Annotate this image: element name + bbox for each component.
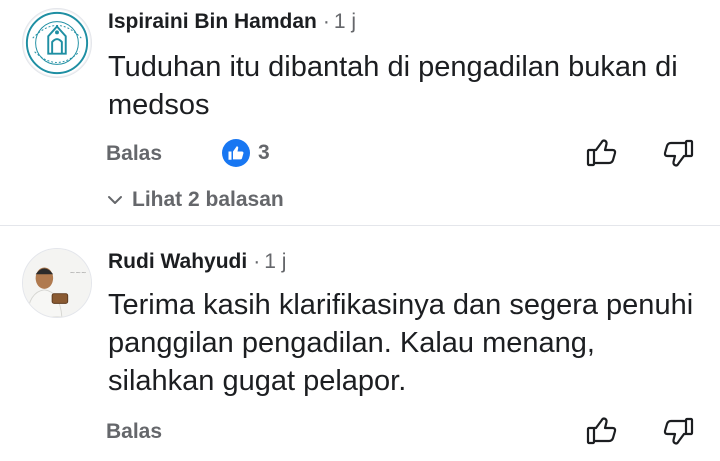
- upvote-icon[interactable]: [584, 136, 618, 170]
- svg-text:~~~: ~~~: [70, 268, 87, 276]
- view-replies-label: Lihat 2 balasan: [132, 188, 284, 211]
- comment-author[interactable]: Rudi Wahyudi: [108, 250, 247, 273]
- separator-dot: ·: [253, 250, 261, 273]
- downvote-icon[interactable]: [662, 414, 696, 448]
- comment-header: Ispiraini Bin Hamdan · 1 j: [108, 9, 356, 35]
- institution-logo-icon[interactable]: [22, 8, 92, 78]
- comment-header: Rudi Wahyudi · 1 j: [108, 249, 286, 275]
- reply-button[interactable]: Balas: [106, 142, 162, 166]
- comment-timestamp[interactable]: 1 j: [264, 250, 286, 273]
- comment-thread: Ispiraini Bin Hamdan · 1 j Tuduhan itu dib…: [0, 0, 720, 461]
- reaction-count: 3: [258, 141, 270, 164]
- user-avatar[interactable]: ~~~: [22, 248, 92, 318]
- comment-timestamp[interactable]: 1 j: [334, 10, 356, 33]
- chevron-down-icon: [108, 196, 122, 204]
- comment-text: Tuduhan itu dibantah di pengadilan bukan…: [108, 51, 678, 121]
- upvote-icon[interactable]: [584, 414, 618, 448]
- comment-actions: Balas: [0, 416, 720, 450]
- comment-actions: Balas 3: [0, 138, 720, 172]
- divider: [0, 225, 720, 226]
- like-icon: [222, 139, 250, 167]
- reply-button[interactable]: Balas: [106, 420, 162, 444]
- reaction-summary[interactable]: 3: [222, 138, 270, 168]
- separator-dot: ·: [322, 10, 330, 33]
- downvote-icon[interactable]: [662, 136, 696, 170]
- view-replies-button[interactable]: Lihat 2 balasan: [106, 188, 284, 212]
- comment-text: Terima kasih klarifikasinya dan segera p…: [108, 289, 694, 397]
- comment-author[interactable]: Ispiraini Bin Hamdan: [108, 10, 317, 33]
